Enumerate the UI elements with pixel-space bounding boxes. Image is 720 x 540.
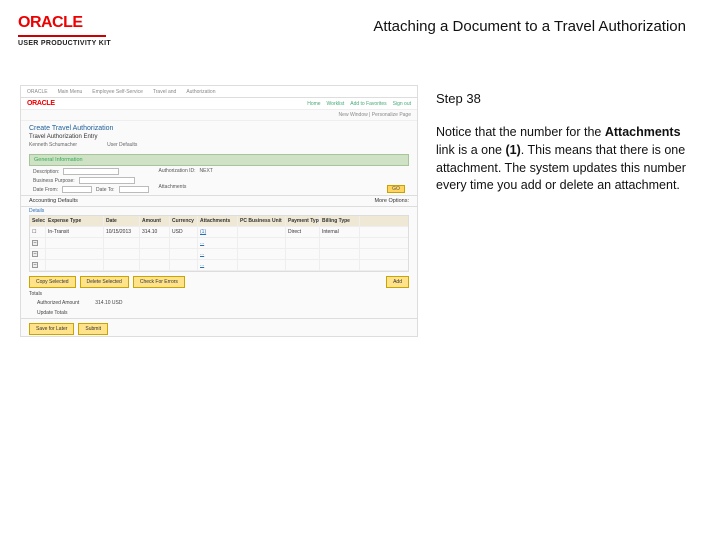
df-input[interactable] <box>62 186 92 193</box>
ss-menu-item: ORACLE <box>27 89 48 95</box>
ss-defaults[interactable]: User Defaults <box>107 142 137 148</box>
instruction-text: Notice that the number for the Attachmen… <box>436 124 692 195</box>
th-pay: Payment Type <box>286 216 320 226</box>
collapse-icon[interactable]: – <box>32 262 38 268</box>
th-cur: Currency <box>170 216 198 226</box>
submit-button[interactable]: Submit <box>78 323 108 335</box>
th-type: Expense Type <box>46 216 104 226</box>
ss-menu-item: Employee Self-Service <box>92 89 143 95</box>
check-errors-button[interactable]: Check For Errors <box>133 276 185 288</box>
step-label: Step 38 <box>436 91 692 106</box>
ss-section-header[interactable]: General Information <box>29 154 409 166</box>
dt-input[interactable] <box>119 186 149 193</box>
row-pay[interactable]: Direct <box>286 227 320 237</box>
table-row: –... <box>30 260 408 271</box>
para-mid: link is a one <box>436 143 505 157</box>
th-amt: Amount <box>140 216 170 226</box>
para-bold1: Attachments <box>605 125 681 139</box>
expense-table: Select Expense Type Date Amount Currency… <box>29 215 409 272</box>
ss-page-subtitle: Travel Authorization Entry <box>29 134 409 140</box>
ss-menu-item: Travel and <box>153 89 176 95</box>
bp-label: Business Purpose: <box>33 178 75 184</box>
ss-link[interactable]: Add to Favorites <box>350 101 386 107</box>
attachments-link[interactable]: (1) <box>200 229 206 235</box>
row-checkbox[interactable]: ☐ <box>30 227 46 237</box>
row-date[interactable]: 10/15/2013 <box>104 227 140 237</box>
attach-label[interactable]: Attachments <box>159 184 187 190</box>
ss-link[interactable]: Home <box>307 101 320 107</box>
table-row: –... <box>30 238 408 249</box>
desc-label: Description: <box>33 169 59 175</box>
page-title: Attaching a Document to a Travel Authori… <box>373 14 686 35</box>
ss-link[interactable]: Worklist <box>327 101 345 107</box>
th-att: Attachments <box>198 216 238 226</box>
table-row: –... <box>30 249 408 260</box>
table-row: ☐ In-Transit 10/15/2013 314.10 USD (1) D… <box>30 227 408 238</box>
auth-label: Authorization ID: <box>159 168 196 174</box>
attachments-link[interactable]: ... <box>200 262 204 268</box>
attachments-link[interactable]: ... <box>200 251 204 257</box>
ss-header-links: Home Worklist Add to Favorites Sign out <box>307 101 411 107</box>
brand-divider <box>18 35 106 37</box>
copy-selected-button[interactable]: Copy Selected <box>29 276 76 288</box>
ss-emp-name: Kenneth Schumacher <box>29 142 77 148</box>
brand-word: ORACLE <box>18 14 83 32</box>
details-tab[interactable]: Details <box>21 207 417 215</box>
th-date: Date <box>104 216 140 226</box>
ss-brand-bar: ORACLE Home Worklist Add to Favorites Si… <box>21 98 417 110</box>
row-pc[interactable] <box>238 227 286 237</box>
row-amt[interactable]: 314.10 <box>140 227 170 237</box>
acct-defaults-link[interactable]: Accounting Defaults <box>29 198 374 204</box>
df-label: Date From: <box>33 187 58 193</box>
oracle-mini-logo: ORACLE <box>27 100 55 107</box>
update-totals-link[interactable]: Update Totals <box>37 310 67 316</box>
app-screenshot: ORACLE Main Menu Employee Self-Service T… <box>20 85 418 337</box>
th-pc: PC Business Unit <box>238 216 286 226</box>
row-bill[interactable]: Internal <box>320 227 360 237</box>
product-line: USER PRODUCTIVITY KIT <box>18 40 111 47</box>
add-button[interactable]: Add <box>386 276 409 288</box>
ss-crumb[interactable]: New Window | Personalize Page <box>21 110 417 121</box>
dt-label: Date To: <box>96 187 115 193</box>
row-cur: USD <box>170 227 198 237</box>
ss-page-title: Create Travel Authorization <box>29 125 409 132</box>
bp-input[interactable] <box>79 177 135 184</box>
doc-header: ORACLE USER PRODUCTIVITY KIT Attaching a… <box>0 0 720 55</box>
para-bold2: (1) <box>505 143 520 157</box>
totals-label: Totals <box>21 290 417 298</box>
collapse-icon[interactable]: – <box>32 240 38 246</box>
para-pre: Notice that the number for the <box>436 125 605 139</box>
ss-menu-item: Main Menu <box>58 89 83 95</box>
collapse-icon[interactable]: – <box>32 251 38 257</box>
oracle-logo: ORACLE USER PRODUCTIVITY KIT <box>18 14 111 47</box>
save-later-button[interactable]: Save for Later <box>29 323 74 335</box>
th-select: Select <box>30 216 46 226</box>
ss-menu-item: Authorization <box>186 89 215 95</box>
ss-link[interactable]: Sign out <box>393 101 411 107</box>
auth-amount-label: Authorized Amount <box>37 300 79 306</box>
go-button[interactable]: GO <box>387 185 405 193</box>
delete-selected-button[interactable]: Delete Selected <box>80 276 129 288</box>
row-type[interactable]: In-Transit <box>46 227 104 237</box>
more-options-label[interactable]: More Options: <box>374 198 409 204</box>
instruction-panel: Step 38 Notice that the number for the A… <box>436 85 692 337</box>
auth-value: NEXT <box>200 168 213 174</box>
attachments-link[interactable]: ... <box>200 240 204 246</box>
desc-input[interactable] <box>63 168 119 175</box>
ss-top-menu: ORACLE Main Menu Employee Self-Service T… <box>21 86 417 98</box>
th-bill: Billing Type <box>320 216 360 226</box>
auth-amount-value: 314.10 USD <box>95 300 122 306</box>
